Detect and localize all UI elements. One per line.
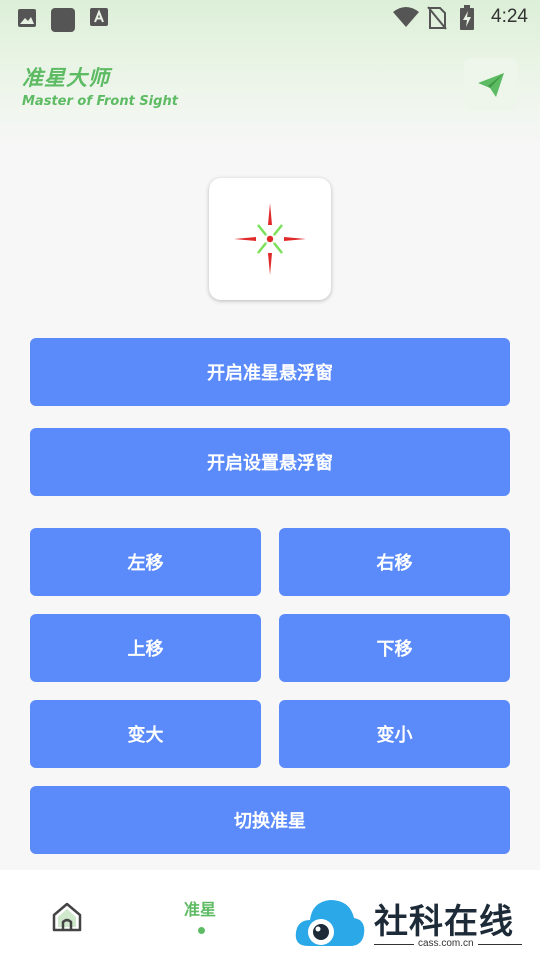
enlarge-button[interactable]: 变大 [30, 700, 261, 768]
status-time: 4:24 [491, 6, 528, 27]
move-up-button[interactable]: 上移 [30, 614, 261, 682]
wifi-icon [393, 7, 419, 27]
nav-home-tab[interactable] [50, 900, 84, 934]
app-subtitle: Master of Front Sight [22, 94, 178, 109]
shrink-button[interactable]: 变小 [279, 700, 510, 768]
cloud-logo-icon [295, 900, 365, 946]
switch-crosshair-button[interactable]: 切换准星 [30, 786, 510, 854]
share-button[interactable] [464, 58, 517, 111]
no-sim-icon [427, 6, 447, 30]
open-settings-window-button[interactable]: 开启设置悬浮窗 [30, 428, 510, 496]
watermark-domain: cass.com.cn [418, 938, 474, 949]
move-down-button[interactable]: 下移 [279, 614, 510, 682]
battery-charging-icon [460, 5, 474, 30]
font-icon [90, 8, 108, 26]
home-icon [52, 902, 82, 932]
app-square-icon [51, 8, 75, 32]
watermark-text: 社科在线 [374, 902, 514, 942]
bottom-nav: 准星 社科在线 cass.com.cn [0, 870, 540, 960]
crosshair-preview [209, 178, 331, 300]
image-icon [18, 9, 36, 27]
nav-crosshair-tab[interactable]: 准星 [184, 896, 216, 920]
app-title: 准星大师 [22, 66, 110, 90]
watermark: 社科在线 cass.com.cn [294, 892, 530, 954]
move-right-button[interactable]: 右移 [279, 528, 510, 596]
watermark-rule-right [478, 944, 522, 945]
crosshair-icon [234, 203, 306, 275]
paper-plane-icon [477, 72, 504, 97]
open-crosshair-window-button[interactable]: 开启准星悬浮窗 [30, 338, 510, 406]
watermark-rule-left [374, 944, 414, 945]
move-left-button[interactable]: 左移 [30, 528, 261, 596]
status-bar: 4:24 [0, 0, 540, 36]
active-tab-indicator [198, 927, 205, 934]
